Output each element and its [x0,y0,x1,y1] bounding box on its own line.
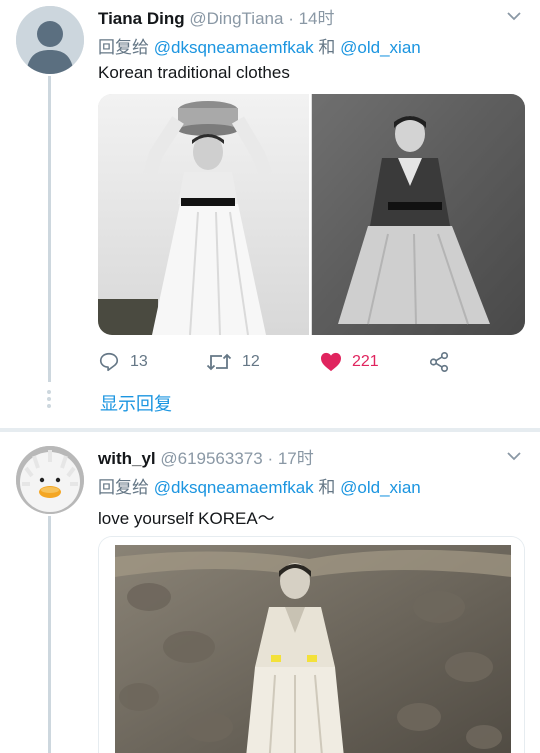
default-avatar-icon [16,6,84,74]
display-name[interactable]: Tiana Ding [98,9,185,28]
photo-korean-woman-stone-wall [99,537,524,753]
user-handle[interactable]: @619563373 [160,449,262,468]
reply-icon [99,352,119,372]
retweet-icon [206,353,232,371]
tweet-2[interactable]: with_yl @619563373 · 17时 回复给 @dksqneamae… [0,432,540,753]
show-replies-link[interactable]: 显示回复 [100,390,172,416]
retweet-button[interactable]: 12 [206,350,260,374]
reply-context: 回复给 @dksqneamaemfkak 和 @old_xian [98,33,421,58]
thread-dots [46,390,52,408]
like-button[interactable]: 221 [320,350,379,374]
reply-conjunction: 和 [318,478,336,497]
like-count: 221 [352,353,379,370]
reply-button[interactable]: 13 [98,350,148,374]
mention-link[interactable]: @dksqneamaemfkak [154,478,314,497]
reply-prefix: 回复给 [98,478,149,497]
retweet-count: 12 [242,353,260,370]
thread-line [48,516,51,753]
tweet-photo[interactable] [98,94,525,335]
tweet-text: love yourself KOREA～ [98,509,275,528]
reply-context: 回复给 @dksqneamaemfkak 和 @old_xian [98,473,421,498]
display-name[interactable]: with_yl [98,449,156,468]
avatar[interactable] [16,6,84,74]
timestamp[interactable]: · 17时 [267,449,313,468]
mention-link[interactable]: @dksqneamaemfkak [154,38,314,57]
mention-link[interactable]: @old_xian [340,478,421,497]
fluffy-duck-avatar [16,446,84,514]
chevron-down-icon[interactable] [506,448,522,464]
avatar[interactable] [16,446,84,514]
heart-filled-icon [321,352,341,372]
tweet-actions: 13 12 221 [98,350,478,374]
reply-count: 13 [130,353,148,370]
tweet-header: with_yl @619563373 · 17时 [98,444,314,469]
tweet-text: Korean traditional clothes [98,63,290,82]
tweet-1[interactable]: Tiana Ding @DingTiana · 14时 回复给 @dksqnea… [0,0,540,428]
share-icon [429,352,449,372]
timestamp[interactable]: · 14时 [288,9,334,28]
share-button[interactable] [428,350,460,374]
reply-conjunction: 和 [318,38,336,57]
mention-link[interactable]: @old_xian [340,38,421,57]
chevron-down-icon[interactable] [506,8,522,24]
tweet-photo[interactable] [98,536,525,753]
photo-korean-women-hanbok [98,94,525,335]
thread-line [48,76,51,382]
user-handle[interactable]: @DingTiana [189,9,283,28]
reply-prefix: 回复给 [98,38,149,57]
tweet-header: Tiana Ding @DingTiana · 14时 [98,4,334,29]
